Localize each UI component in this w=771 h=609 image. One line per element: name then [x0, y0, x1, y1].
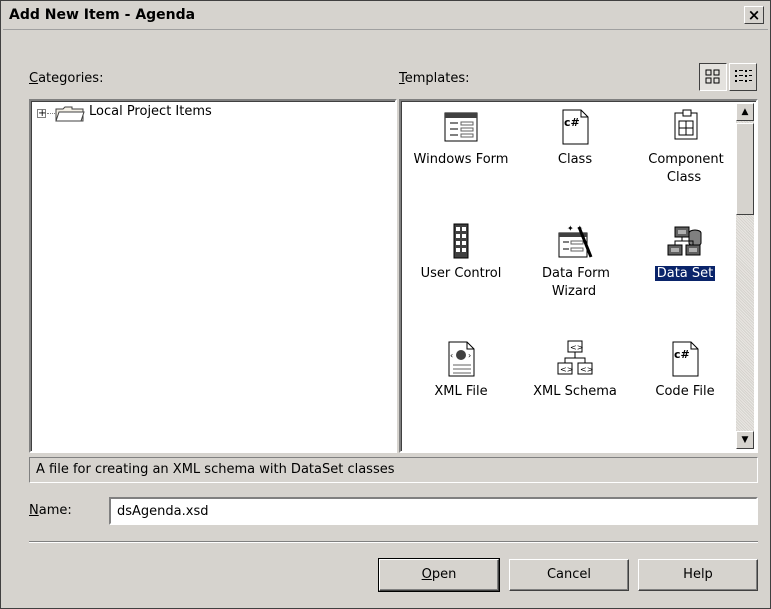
categories-label: Categories:	[29, 71, 104, 86]
cancel-button[interactable]: Cancel	[509, 559, 629, 591]
folder-icon	[55, 106, 85, 122]
help-button[interactable]: Help	[638, 559, 758, 591]
separator	[29, 541, 758, 543]
tree-expander[interactable]: +	[37, 109, 46, 119]
template-label: User Control	[420, 266, 502, 281]
component-class-icon	[674, 109, 698, 140]
csharp-class-icon: c#	[562, 109, 589, 145]
template-data-set[interactable]: Data Set	[631, 221, 739, 283]
title-bar[interactable]: Add New Item - Agenda ×	[3, 3, 768, 30]
small-icons-view-icon	[735, 70, 752, 82]
template-windows-form[interactable]: Windows Form	[407, 107, 515, 169]
name-input[interactable]	[109, 497, 758, 525]
tree-item-label: Local Project Items	[89, 104, 212, 119]
tree-item-local-project-items[interactable]: + Local Project Items	[31, 101, 331, 125]
svg-text:›: ›	[468, 351, 471, 360]
xml-schema-icon: <> <> <>	[557, 340, 593, 375]
svg-text:<>: <>	[570, 343, 583, 352]
scroll-thumb[interactable]	[736, 123, 754, 215]
template-label: Data Set	[653, 265, 717, 282]
templates-scrollbar[interactable]: ▲ ▼	[736, 103, 754, 449]
template-label: XML File	[434, 384, 488, 399]
window-title: Add New Item - Agenda	[9, 7, 196, 23]
templates-label: Templates:	[399, 71, 470, 86]
templates-list[interactable]: Windows Form c# Class Component Class Us…	[399, 99, 758, 453]
code-file-icon: c#	[672, 341, 699, 377]
template-label: Windows Form	[413, 152, 509, 167]
template-label: XML Schema	[533, 384, 617, 399]
template-code-file[interactable]: c# Code File	[631, 339, 739, 401]
name-label: Name:	[29, 503, 72, 518]
template-xml-file[interactable]: ‹ › XML File	[407, 339, 515, 401]
windows-form-icon	[444, 112, 478, 142]
svg-text:c#: c#	[674, 348, 690, 361]
add-new-item-dialog: Add New Item - Agenda × Categories: Temp…	[0, 0, 771, 609]
large-icons-view-icon	[705, 69, 720, 84]
close-button[interactable]: ×	[744, 6, 764, 24]
user-control-icon	[453, 223, 469, 259]
scroll-up-button[interactable]: ▲	[736, 103, 754, 121]
svg-text:✦ ✧: ✦ ✧	[567, 224, 583, 233]
svg-text:‹: ‹	[450, 351, 453, 360]
template-label: Class	[557, 152, 593, 167]
template-xml-schema[interactable]: <> <> <> XML Schema	[521, 339, 629, 401]
tree-connector	[47, 113, 55, 114]
template-user-control[interactable]: User Control	[407, 221, 515, 283]
template-component-class[interactable]: Component Class	[631, 107, 739, 187]
open-button[interactable]: Open	[378, 558, 500, 592]
template-class[interactable]: c# Class	[521, 107, 629, 169]
template-data-form-wizard[interactable]: ✦ ✧ Data Form Wizard	[521, 221, 629, 301]
svg-text:<>: <>	[560, 365, 573, 374]
small-icons-view-button[interactable]	[729, 63, 757, 91]
template-label: Data Form Wizard	[542, 266, 610, 299]
data-set-icon	[667, 226, 702, 256]
template-label: Code File	[655, 384, 715, 399]
large-icons-view-button[interactable]	[699, 63, 727, 91]
data-form-wizard-icon: ✦ ✧	[558, 224, 593, 258]
xml-file-icon: ‹ ›	[448, 341, 475, 377]
template-label: Component Class	[648, 152, 724, 185]
scroll-down-button[interactable]: ▼	[736, 431, 754, 449]
svg-text:<>: <>	[580, 365, 593, 374]
svg-text:c#: c#	[564, 116, 580, 129]
categories-tree[interactable]: + Local Project Items	[29, 99, 397, 453]
template-description: A file for creating an XML schema with D…	[29, 457, 758, 483]
